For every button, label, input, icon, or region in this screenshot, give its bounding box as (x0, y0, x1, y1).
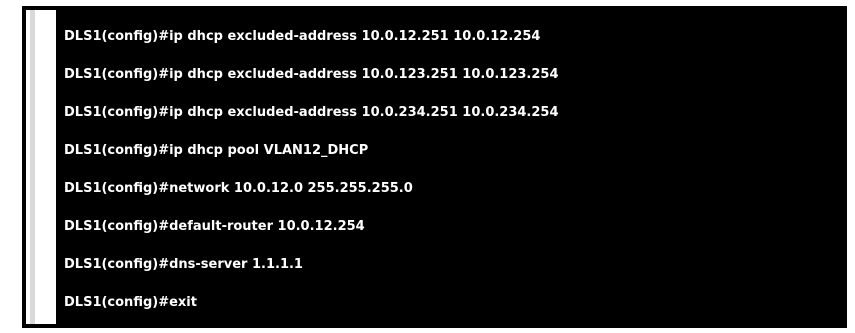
terminal-line: DLS1(config)#ip dhcp excluded-address 10… (64, 67, 559, 82)
terminal-window: DLS1(config)#ip dhcp excluded-address 10… (22, 6, 847, 328)
terminal-output: DLS1(config)#ip dhcp excluded-address 10… (56, 10, 843, 324)
terminal-line: DLS1(config)#network 10.0.12.0 255.255.2… (64, 181, 413, 196)
terminal-line: DLS1(config)#default-router 10.0.12.254 (64, 219, 365, 234)
terminal-line: DLS1(config)#ip dhcp pool VLAN12_DHCP (64, 143, 369, 158)
terminal-line: DLS1(config)#dns-server 1.1.1.1 (64, 257, 303, 272)
terminal-line: DLS1(config)#ip dhcp excluded-address 10… (64, 29, 541, 44)
terminal-line: DLS1(config)#exit (64, 295, 197, 310)
terminal-gutter (30, 10, 35, 324)
terminal-line: DLS1(config)#ip dhcp excluded-address 10… (64, 105, 559, 120)
